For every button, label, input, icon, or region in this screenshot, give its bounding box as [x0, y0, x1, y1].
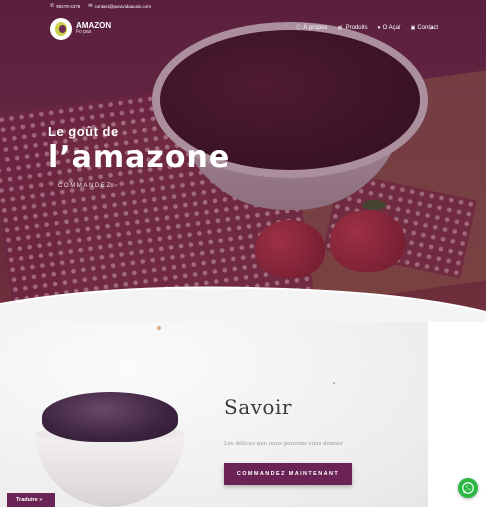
cart-icon: 🛒︎ — [337, 24, 344, 31]
logo-sub: Fo pas — [76, 29, 92, 35]
hero-order-link[interactable]: COMMANDEZ › — [58, 183, 119, 189]
hero-headline-big: l’amazone — [48, 140, 231, 175]
phone-text: 99278-4379 — [56, 4, 81, 9]
hero-section: ✆ 99278-4379 ✉ contact@puravidaacais.com… — [0, 0, 486, 320]
chat-icon: ▣ — [410, 24, 416, 31]
whatsapp-icon — [462, 482, 474, 494]
nav-item-produits[interactable]: 🛒︎ Produits — [337, 25, 367, 31]
hero-wave-divider — [0, 286, 486, 322]
section-side-panel — [428, 320, 486, 507]
site-logo[interactable]: AMAZON Fo pas — [50, 18, 111, 40]
info-icon: ⓘ — [296, 24, 302, 31]
translate-button[interactable]: Traduire » — [7, 493, 55, 507]
logo-mark-icon — [50, 18, 72, 40]
nav-item-label: Produits — [345, 25, 368, 31]
nav-item-label: O Açaí — [382, 25, 401, 31]
decorative-dot — [157, 326, 161, 330]
page: ✆ 99278-4379 ✉ contact@puravidaacais.com… — [0, 0, 486, 507]
envelope-icon: ✉ — [88, 3, 93, 9]
search-icon[interactable]: ⌕ — [430, 25, 434, 33]
email-text: contact@puravidaacais.com — [94, 4, 152, 9]
heart-icon: ♥ — [377, 24, 381, 31]
section-title: Savoir — [224, 395, 292, 419]
top-contact-bar: ✆ 99278-4379 ✉ contact@puravidaacais.com — [50, 3, 152, 10]
phone-icon: ✆ — [50, 3, 55, 9]
order-now-button[interactable]: COMMANDEZ MAINTENANT — [224, 463, 352, 485]
logo-text: AMAZON Fo pas — [76, 22, 111, 36]
decorative-dot-2 — [333, 382, 335, 384]
nav-item-o-acai[interactable]: ♥ O Açaí — [378, 25, 401, 31]
nav-item-label: À propos — [303, 25, 328, 31]
whatsapp-button[interactable] — [458, 478, 478, 498]
email-link[interactable]: ✉ contact@puravidaacais.com — [88, 3, 152, 10]
phone-link[interactable]: ✆ 99278-4379 — [50, 3, 81, 10]
section-tagline: Les délices que nous pouvons vous donner — [224, 441, 343, 447]
nav-item-a-propos[interactable]: ⓘ À propos — [296, 25, 327, 31]
acai-ice-cream-image — [42, 392, 178, 442]
hero-headline-small: Le goût de — [48, 124, 119, 139]
nav-item-label: Contact — [417, 25, 438, 31]
main-nav: ⓘ À propos 🛒︎ Produits ♥ O Açaí ▣ Contac… — [296, 25, 438, 31]
